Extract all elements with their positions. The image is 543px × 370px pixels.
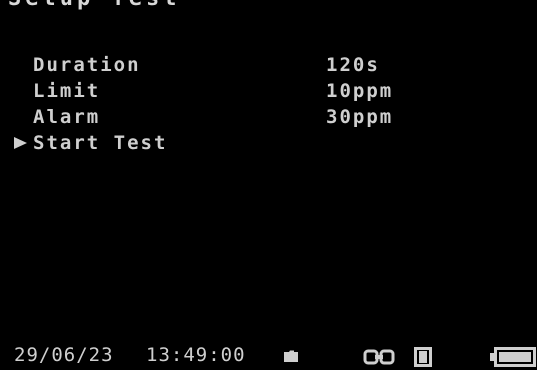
menu-item-limit[interactable]: Limit 10ppm <box>0 78 537 104</box>
menu-item-label: Limit <box>33 80 101 102</box>
memory-card-icon <box>414 347 432 367</box>
status-time: 13:49:00 <box>146 344 246 366</box>
folder-icon <box>284 350 298 362</box>
menu-item-label: Alarm <box>33 106 101 128</box>
menu-item-value: 10ppm <box>326 80 394 102</box>
screen-title: Setup Test <box>8 0 180 11</box>
link-icon <box>363 349 395 365</box>
menu-item-value: 30ppm <box>326 106 394 128</box>
selection-cursor-icon <box>14 137 27 149</box>
menu-item-start-test[interactable]: Start Test <box>0 130 537 156</box>
settings-menu: Duration 120s Limit 10ppm Alarm 30ppm St… <box>0 52 537 156</box>
status-bar: 29/06/23 13:49:00 <box>0 339 537 370</box>
menu-item-value: 120s <box>326 54 380 76</box>
menu-item-label: Duration <box>33 54 141 76</box>
menu-item-alarm[interactable]: Alarm 30ppm <box>0 104 537 130</box>
header-bar: Setup Test <box>0 0 537 11</box>
status-date: 29/06/23 <box>14 344 114 366</box>
menu-item-duration[interactable]: Duration 120s <box>0 52 537 78</box>
battery-icon <box>490 347 536 367</box>
device-screen: Setup Test Duration 120s Limit 10ppm Ala… <box>0 0 537 370</box>
menu-item-label: Start Test <box>33 132 168 154</box>
